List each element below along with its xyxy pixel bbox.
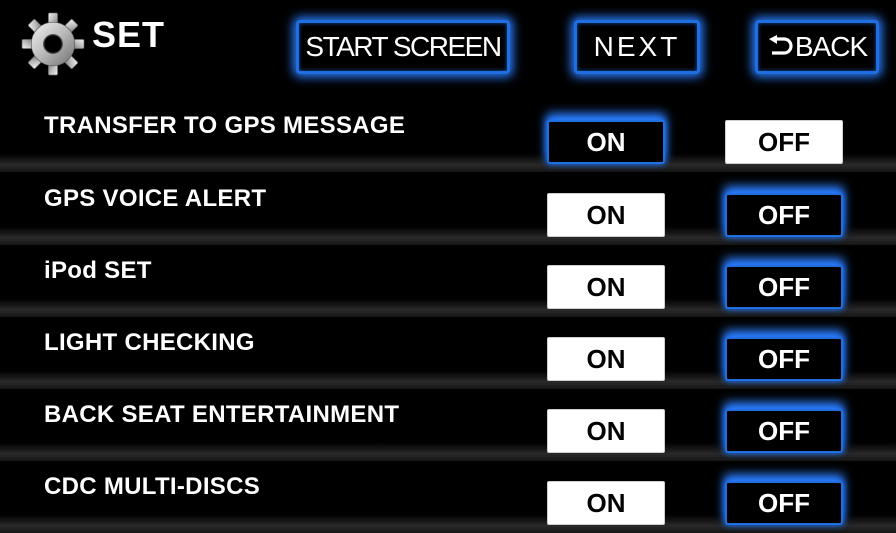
on-button[interactable]: ON [547,193,665,237]
on-button[interactable]: ON [547,120,665,164]
off-button[interactable]: OFF [725,337,843,381]
off-button-label: OFF [758,126,810,157]
on-button-label: ON [586,343,626,374]
page-title: SET [92,14,166,55]
on-button[interactable]: ON [547,337,665,381]
on-button-label: ON [586,199,626,230]
header-bar: SET START SCREEN NEXT BACK [0,0,896,90]
setting-label: iPod SET [44,257,152,284]
next-button[interactable]: NEXT [574,20,700,74]
gear-icon [21,12,85,76]
back-arrow-icon [768,35,793,55]
start-screen-button-label: START SCREEN [305,31,502,62]
on-button[interactable]: ON [547,409,665,453]
start-screen-button[interactable]: START SCREEN [296,20,510,74]
setting-row-cdc-multi-discs: CDC MULTI-DISCS ON OFF [0,461,896,533]
on-button[interactable]: ON [547,481,665,525]
off-button-label: OFF [758,487,810,518]
setting-label: GPS VOICE ALERT [44,185,267,212]
setting-row-ipod-set: iPod SET ON OFF [0,245,896,317]
title-area: SET [20,8,165,80]
on-button-label: ON [586,415,626,446]
setting-row-light-checking: LIGHT CHECKING ON OFF [0,317,896,389]
setting-label: LIGHT CHECKING [44,329,255,356]
off-button-label: OFF [758,415,810,446]
setting-row-back-seat-entertainment: BACK SEAT ENTERTAINMENT ON OFF [0,389,896,461]
on-button-label: ON [586,487,626,518]
on-button[interactable]: ON [547,265,665,309]
on-button-label: ON [586,271,626,302]
on-button-label: ON [586,126,626,157]
setting-label: TRANSFER TO GPS MESSAGE [44,112,406,139]
back-button[interactable]: BACK [755,20,879,74]
off-button[interactable]: OFF [725,120,843,164]
off-button-label: OFF [758,199,810,230]
setting-row-gps-voice-alert: GPS VOICE ALERT ON OFF [0,173,896,245]
setting-row-transfer-to-gps-message: TRANSFER TO GPS MESSAGE ON OFF [0,100,896,172]
setting-label: BACK SEAT ENTERTAINMENT [44,401,400,428]
off-button[interactable]: OFF [725,193,843,237]
off-button[interactable]: OFF [725,409,843,453]
back-button-label: BACK [794,31,868,62]
next-button-label: NEXT [593,31,681,62]
off-button[interactable]: OFF [725,265,843,309]
off-button[interactable]: OFF [725,481,843,525]
setting-label: CDC MULTI-DISCS [44,473,261,500]
off-button-label: OFF [758,343,810,374]
off-button-label: OFF [758,271,810,302]
settings-screen: SET START SCREEN NEXT BACK TRANSFER TO G… [0,0,896,533]
